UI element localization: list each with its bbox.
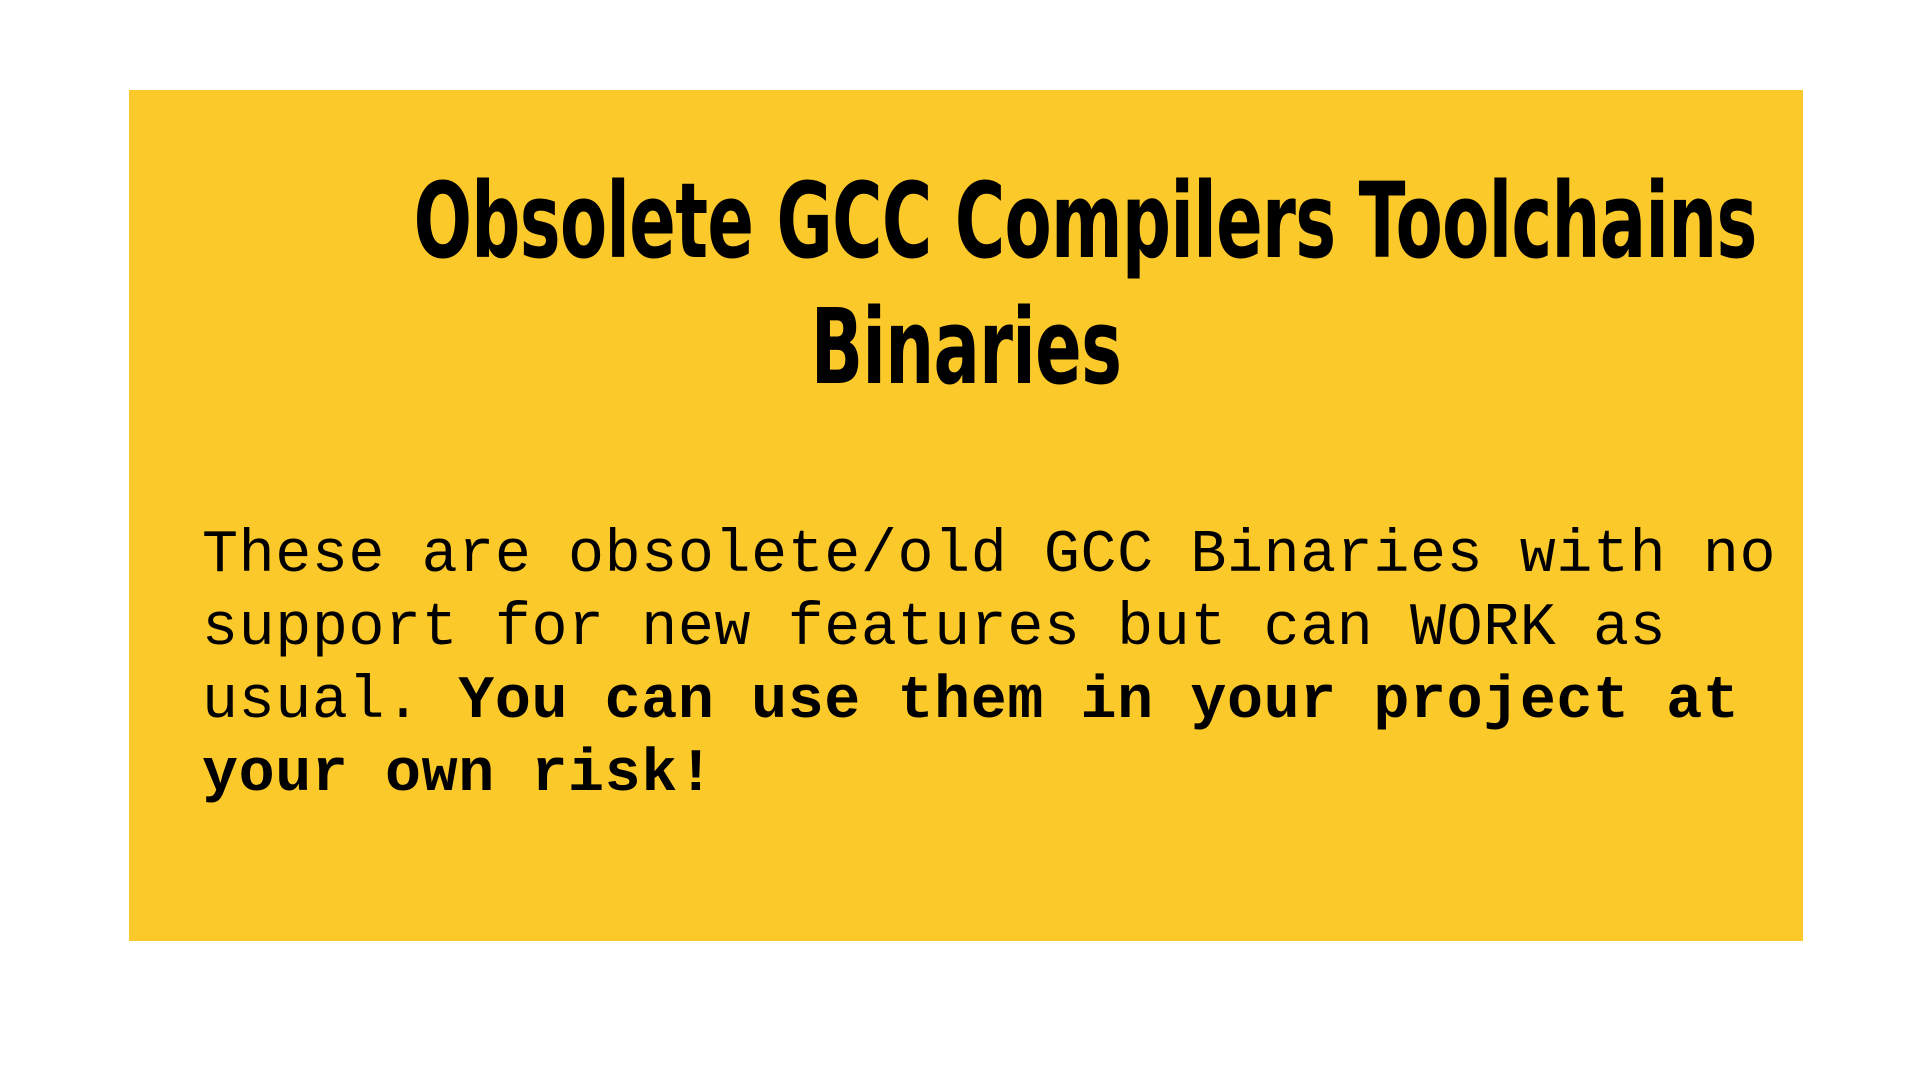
- banner-title: Obsolete GCC Compilers Toolchains Binari…: [129, 158, 1803, 410]
- banner-title-line-1: Obsolete GCC Compilers Toolchains: [413, 160, 1758, 282]
- notice-banner: Obsolete GCC Compilers Toolchains Binari…: [129, 90, 1803, 941]
- banner-notice-text: These are obsolete/old GCC Binaries with…: [202, 520, 1782, 812]
- banner-title-line-2: Binaries: [810, 286, 1122, 408]
